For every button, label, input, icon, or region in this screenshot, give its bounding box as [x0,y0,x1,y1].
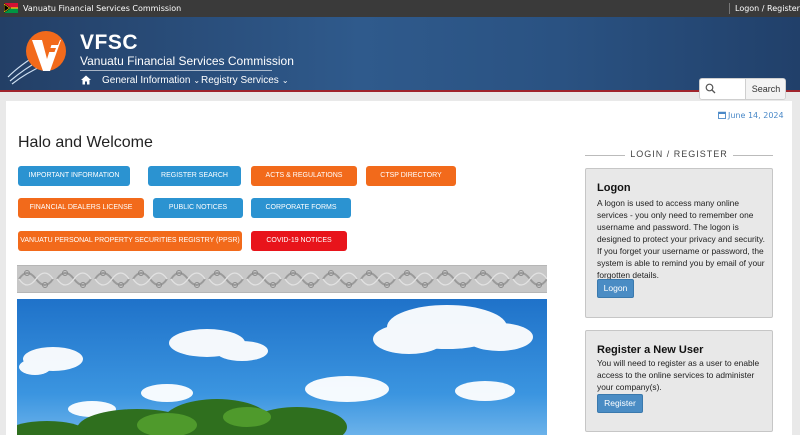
ctsp-directory-button[interactable]: CTSP DIRECTORY [366,166,456,186]
sidebar-title: LOGIN / REGISTER [585,149,773,161]
register-heading: Register a New User [597,344,704,356]
site-header: VFSC Vanuatu Financial Services Commissi… [0,17,800,100]
brand-tagline: Vanuatu Financial Services Commission [80,54,294,68]
register-button[interactable]: Register [597,394,643,413]
chevron-down-icon: ⌄ [193,76,201,85]
register-search-button[interactable]: REGISTER SEARCH [148,166,241,186]
corporate-forms-button[interactable]: CORPORATE FORMS [251,198,351,218]
tagline-underline [80,70,272,71]
top-bar: Vanuatu Financial Services Commission Lo… [0,0,800,17]
logon-button[interactable]: Logon [597,279,634,298]
search-box: Search [699,78,786,100]
search-input[interactable] [718,81,747,97]
logon-heading: Logon [597,182,631,194]
nav-label: General Information [102,75,191,86]
chevron-down-icon: ⌄ [281,76,289,85]
calendar-icon [718,111,726,119]
nav-registry-services[interactable]: Registry Services ⌄ [201,75,289,86]
nav-label: Registry Services [201,75,279,86]
topbar-divider [729,3,730,14]
public-notices-button[interactable]: PUBLIC NOTICES [153,198,243,218]
decorative-pattern-banner [17,265,547,293]
vfsc-logo[interactable] [6,25,74,85]
important-information-button[interactable]: IMPORTANT INFORMATION [18,166,130,186]
register-panel: Register a New User You will need to reg… [585,330,773,432]
title-rule-left [585,155,625,156]
title-rule-right [733,155,773,156]
covid-19-notices-button[interactable]: COVID-19 NOTICES [251,231,347,251]
ppsr-button[interactable]: VANUATU PERSONAL PROPERTY SECURITIES REG… [18,231,242,251]
current-date: June 14, 2024 [718,111,784,120]
search-button[interactable]: Search [745,79,785,99]
home-icon[interactable] [80,74,92,86]
brand-name: VFSC [80,31,139,54]
logon-description: A logon is used to access many online se… [597,198,765,280]
site-name: Vanuatu Financial Services Commission [23,4,182,13]
register-description: You will need to register as a user to e… [597,358,760,392]
page-title: Halo and Welcome [18,134,153,151]
landscape-photo [17,299,547,435]
vanuatu-flag-icon [4,3,18,13]
sidebar-title-text: LOGIN / REGISTER [630,149,728,159]
logon-panel: Logon A logon is used to access many onl… [585,168,773,318]
nav-general-information[interactable]: General Information ⌄ [102,75,200,86]
date-text: June 14, 2024 [728,111,784,120]
acts-regulations-button[interactable]: ACTS & REGULATIONS [251,166,357,186]
search-icon [705,83,716,94]
financial-dealers-license-button[interactable]: FINANCIAL DEALERS LICENSE [18,198,144,218]
logon-register-link[interactable]: Logon / Register [735,4,800,13]
